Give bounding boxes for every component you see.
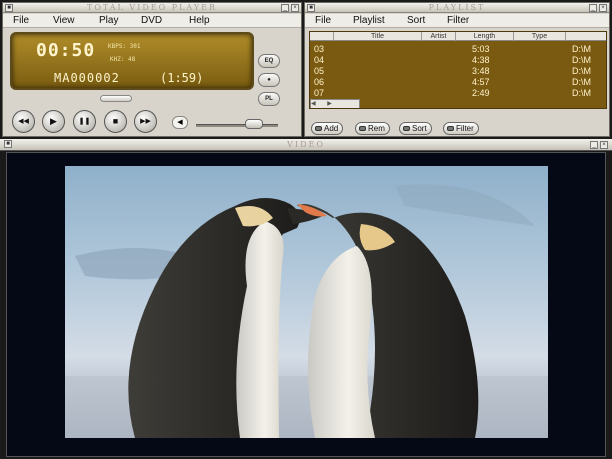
elapsed-time: 00:50 <box>36 40 96 61</box>
player-menubar: File View Play DVD Help <box>3 14 301 28</box>
video-minimize-icon[interactable]: _ <box>590 141 598 149</box>
video-title: VIDEO <box>287 140 325 149</box>
table-row[interactable]: 07 2:49 D:\M <box>310 88 606 99</box>
close-icon[interactable]: × <box>291 4 299 12</box>
table-row[interactable]: 06 4:57 D:\M <box>310 77 606 88</box>
filter-icon <box>447 126 454 131</box>
player-title: TOTAL VIDEO PLAYER <box>86 3 217 12</box>
samplerate-readout: KHZ: 48 <box>110 56 136 63</box>
row-length: 4:38 <box>472 55 490 65</box>
rewind-button[interactable]: ◀◀ <box>12 110 35 133</box>
col-path[interactable] <box>566 32 606 41</box>
sort-icon <box>403 126 410 131</box>
playlist-header: Title Artist Length Type <box>310 32 606 41</box>
player-titlebar[interactable]: ■ TOTAL VIDEO PLAYER _ × <box>3 3 301 13</box>
horizontal-scrollbar[interactable]: ◀ ▶ <box>310 99 360 108</box>
row-num: 05 <box>314 66 325 76</box>
equalizer-button[interactable]: EQ <box>258 54 280 68</box>
menu-file[interactable]: File <box>13 15 29 27</box>
remove-icon <box>359 126 366 131</box>
track-name: MA000002 <box>54 71 120 85</box>
speaker-icon[interactable]: ◀ <box>172 116 188 129</box>
filter-button[interactable]: Filter <box>443 122 479 135</box>
fast-forward-button[interactable]: ▶▶ <box>134 110 157 133</box>
pl-menu-playlist[interactable]: Playlist <box>353 15 385 27</box>
playlist-titlebar[interactable]: ■ PLAYLIST _ × <box>305 3 609 13</box>
row-length: 3:48 <box>472 66 490 76</box>
menu-help[interactable]: Help <box>189 15 210 27</box>
col-artist[interactable]: Artist <box>422 32 456 41</box>
add-label: Add <box>324 124 339 133</box>
sort-button[interactable]: Sort <box>399 122 432 135</box>
penguins-image <box>65 184 548 438</box>
minimize-icon[interactable]: _ <box>281 4 289 12</box>
playlist-menubar: File Playlist Sort Filter <box>305 14 609 28</box>
col-length[interactable]: Length <box>456 32 514 41</box>
table-row[interactable]: 04 4:38 D:\M <box>310 55 606 66</box>
row-path: D:\M <box>572 88 591 98</box>
menu-play[interactable]: Play <box>99 15 118 27</box>
row-path: D:\M <box>572 66 591 76</box>
remove-label: Rem <box>368 124 385 133</box>
col-num[interactable] <box>310 32 334 41</box>
pl-menu-filter[interactable]: Filter <box>447 15 469 27</box>
play-button[interactable]: ▶ <box>42 110 65 133</box>
sort-label: Sort <box>412 124 427 133</box>
table-row[interactable]: 05 3:48 D:\M <box>310 66 606 77</box>
row-path: D:\M <box>572 55 591 65</box>
bitrate-readout: KBPS: 301 <box>108 43 141 50</box>
table-row[interactable]: 03 5:03 D:\M <box>310 44 606 55</box>
add-icon <box>315 126 322 131</box>
playlist-toggle-button[interactable]: PL <box>258 92 280 106</box>
col-type[interactable]: Type <box>514 32 566 41</box>
record-button[interactable]: ● <box>258 73 280 87</box>
pl-menu-sort[interactable]: Sort <box>407 15 425 27</box>
volume-slider-thumb[interactable] <box>244 119 263 129</box>
video-titlebar[interactable]: ■ VIDEO _ × <box>0 139 612 151</box>
menu-view[interactable]: View <box>53 15 75 27</box>
row-num: 06 <box>314 77 325 87</box>
track-duration: (1:59) <box>160 71 204 85</box>
row-path: D:\M <box>572 77 591 87</box>
playlist-title: PLAYLIST <box>428 3 486 12</box>
remove-button[interactable]: Rem <box>355 122 390 135</box>
playlist-close-icon[interactable]: × <box>599 4 607 12</box>
filter-label: Filter <box>456 124 474 133</box>
video-close-icon[interactable]: × <box>600 141 608 149</box>
menu-dvd[interactable]: DVD <box>141 15 162 27</box>
row-num: 04 <box>314 55 325 65</box>
row-length: 5:03 <box>472 44 490 54</box>
volume-slider-track[interactable] <box>196 124 278 127</box>
row-length: 2:49 <box>472 88 490 98</box>
pause-button[interactable]: ❚❚ <box>73 110 96 133</box>
stop-button[interactable]: ■ <box>104 110 127 133</box>
col-title[interactable]: Title <box>334 32 422 41</box>
add-button[interactable]: Add <box>311 122 344 135</box>
row-path: D:\M <box>572 44 591 54</box>
playlist-window: ■ PLAYLIST _ × File Playlist Sort Filter… <box>304 2 610 137</box>
video-frame[interactable] <box>65 166 548 438</box>
row-num: 07 <box>314 88 325 98</box>
lcd-display: 00:50 KBPS: 301 KHZ: 48 MA000002 (1:59) <box>10 32 254 90</box>
row-length: 4:57 <box>472 77 490 87</box>
row-num: 03 <box>314 44 325 54</box>
playlist-table: Title Artist Length Type 03 5:03 D:\M 04… <box>309 31 607 109</box>
playlist-minimize-icon[interactable]: _ <box>589 4 597 12</box>
seek-slider[interactable] <box>100 95 132 102</box>
pl-menu-file[interactable]: File <box>315 15 331 27</box>
